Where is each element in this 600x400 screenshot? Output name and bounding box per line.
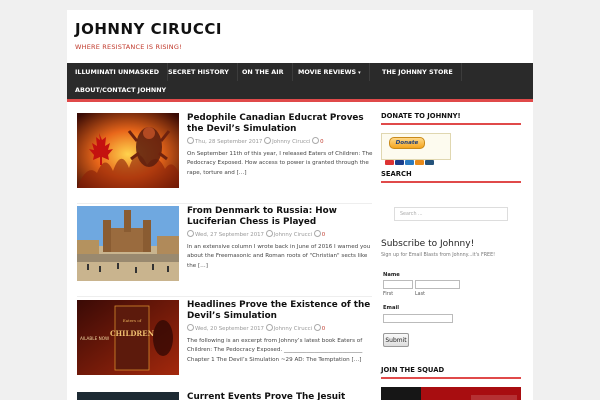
chevron-down-icon: ▾ bbox=[358, 70, 361, 76]
payment-cards bbox=[385, 150, 435, 169]
user-icon bbox=[265, 230, 273, 237]
post-thumbnail[interactable] bbox=[77, 113, 179, 188]
search-input[interactable]: Search ... bbox=[394, 207, 508, 221]
nav-item-illuminati-unmasked[interactable]: ILLUMINATI UNMASKED bbox=[67, 63, 169, 81]
canada-fire-image bbox=[77, 113, 179, 188]
nav-item-on-the-air[interactable]: ON THE AIR bbox=[234, 63, 293, 81]
post-author[interactable]: Johnny Cirucci bbox=[274, 326, 312, 332]
post-thumbnail[interactable]: Eaters of CHILDREN AILABLE NOW bbox=[77, 300, 179, 375]
post-date: Wed, 20 September 2017 bbox=[195, 326, 264, 332]
last-name-field[interactable] bbox=[415, 280, 460, 289]
comment-icon bbox=[313, 324, 321, 331]
post-title[interactable]: Pedophile Canadian Educrat Proves the De… bbox=[187, 113, 372, 135]
name-label: Name bbox=[383, 272, 400, 278]
book-cover-subtitle: Eaters of bbox=[123, 318, 142, 323]
book-cover-title: CHILDREN bbox=[110, 329, 155, 338]
nav-item-secret-history[interactable]: SECRET HISTORY bbox=[160, 63, 238, 81]
post-comments-count[interactable]: 0 bbox=[322, 232, 325, 238]
post-author[interactable]: Johnny Cirucci bbox=[272, 139, 310, 145]
post-divider bbox=[77, 203, 372, 204]
user-icon bbox=[265, 324, 273, 331]
email-label: Email bbox=[383, 305, 400, 311]
nav-item-about-contact[interactable]: ABOUT/CONTACT JOHNNY bbox=[67, 81, 174, 99]
join-squad-banner[interactable] bbox=[381, 387, 521, 400]
clock-icon bbox=[187, 137, 194, 144]
post-thumbnail[interactable] bbox=[77, 206, 179, 281]
post-title[interactable]: From Denmark to Russia: How Luciferian C… bbox=[187, 206, 372, 228]
post-author[interactable]: Johnny Cirucci bbox=[274, 232, 312, 238]
page-container: JOHNNY CIRUCCI WHERE RESISTANCE IS RISIN… bbox=[67, 10, 533, 400]
castle-square-image bbox=[77, 206, 179, 281]
donate-heading: DONATE TO JOHNNY! bbox=[381, 112, 521, 125]
clock-icon bbox=[187, 230, 194, 237]
nav-label: MOVIE REVIEWS bbox=[298, 68, 357, 76]
post-meta: Wed, 27 September 2017 Johnny Cirucci 0 bbox=[187, 230, 325, 238]
post-excerpt: The following is an excerpt from Johnny’… bbox=[187, 338, 363, 363]
search-heading: SEARCH bbox=[381, 170, 521, 183]
bank-icon bbox=[425, 160, 434, 165]
squad-banner-art bbox=[381, 387, 521, 400]
post-comments-count[interactable]: 0 bbox=[320, 139, 323, 145]
post-item: Current Events Prove The Jesuit bbox=[77, 392, 372, 400]
post-comments-count[interactable]: 0 bbox=[322, 326, 325, 332]
site-tagline: WHERE RESISTANCE IS RISING! bbox=[75, 43, 182, 51]
nav-item-the-johnny-store[interactable]: THE JOHNNY STORE bbox=[374, 63, 462, 81]
nav-label: ON THE AIR bbox=[242, 68, 284, 76]
post-item: Pedophile Canadian Educrat Proves the De… bbox=[77, 113, 373, 193]
nav-label: THE JOHNNY STORE bbox=[382, 68, 453, 76]
submit-button[interactable]: Submit bbox=[383, 333, 409, 347]
subscribe-text: Sign up for Email Blasts from Johnny...i… bbox=[381, 253, 496, 258]
post-meta: Thu, 28 September 2017 Johnny Cirucci 0 bbox=[187, 137, 324, 145]
site-title[interactable]: JOHNNY CIRUCCI bbox=[75, 20, 222, 38]
first-name-field[interactable] bbox=[383, 280, 413, 289]
post-item: From Denmark to Russia: How Luciferian C… bbox=[77, 206, 372, 286]
nav-label: SECRET HISTORY bbox=[168, 68, 229, 76]
post-thumbnail[interactable] bbox=[77, 392, 179, 400]
user-icon bbox=[264, 137, 272, 144]
mastercard-icon bbox=[385, 160, 394, 165]
nav-item-movie-reviews[interactable]: MOVIE REVIEWS ▾ bbox=[290, 63, 370, 81]
post-title[interactable]: Current Events Prove The Jesuit bbox=[187, 392, 372, 400]
post-divider bbox=[77, 296, 372, 297]
post-meta: Wed, 20 September 2017 Johnny Cirucci 0 bbox=[187, 324, 325, 332]
clock-icon bbox=[187, 324, 194, 331]
amex-icon bbox=[405, 160, 414, 165]
donate-widget: Donate bbox=[381, 133, 451, 165]
post-excerpt: In an extensive column I wrote back in J… bbox=[187, 244, 371, 269]
post-title[interactable]: Headlines Prove the Existence of the Dev… bbox=[187, 300, 372, 322]
comment-icon bbox=[313, 230, 321, 237]
nav-label: ABOUT/CONTACT JOHNNY bbox=[75, 86, 167, 94]
last-label: Last bbox=[415, 292, 425, 297]
donate-button[interactable]: Donate bbox=[389, 137, 425, 149]
post-date: Thu, 28 September 2017 bbox=[195, 139, 263, 145]
post-excerpt: On September 11th of this year, I releas… bbox=[187, 151, 373, 176]
book-cover-side-text: AILABLE NOW bbox=[80, 336, 109, 341]
book-cover-image: Eaters of CHILDREN AILABLE NOW bbox=[77, 300, 179, 375]
nav-label: ILLUMINATI UNMASKED bbox=[75, 68, 160, 76]
subscribe-title: Subscribe to Johnny! bbox=[381, 239, 475, 249]
post-item: Eaters of CHILDREN AILABLE NOW Headlines… bbox=[77, 300, 372, 380]
discover-icon bbox=[415, 160, 424, 165]
email-field[interactable] bbox=[383, 314, 453, 323]
main-navigation: ILLUMINATI UNMASKED SECRET HISTORY ON TH… bbox=[67, 63, 533, 102]
squad-heading: JOIN THE SQUAD bbox=[381, 366, 521, 379]
post-date: Wed, 27 September 2017 bbox=[195, 232, 264, 238]
first-label: First bbox=[383, 292, 394, 297]
visa-icon bbox=[395, 160, 404, 165]
comment-icon bbox=[312, 137, 320, 144]
